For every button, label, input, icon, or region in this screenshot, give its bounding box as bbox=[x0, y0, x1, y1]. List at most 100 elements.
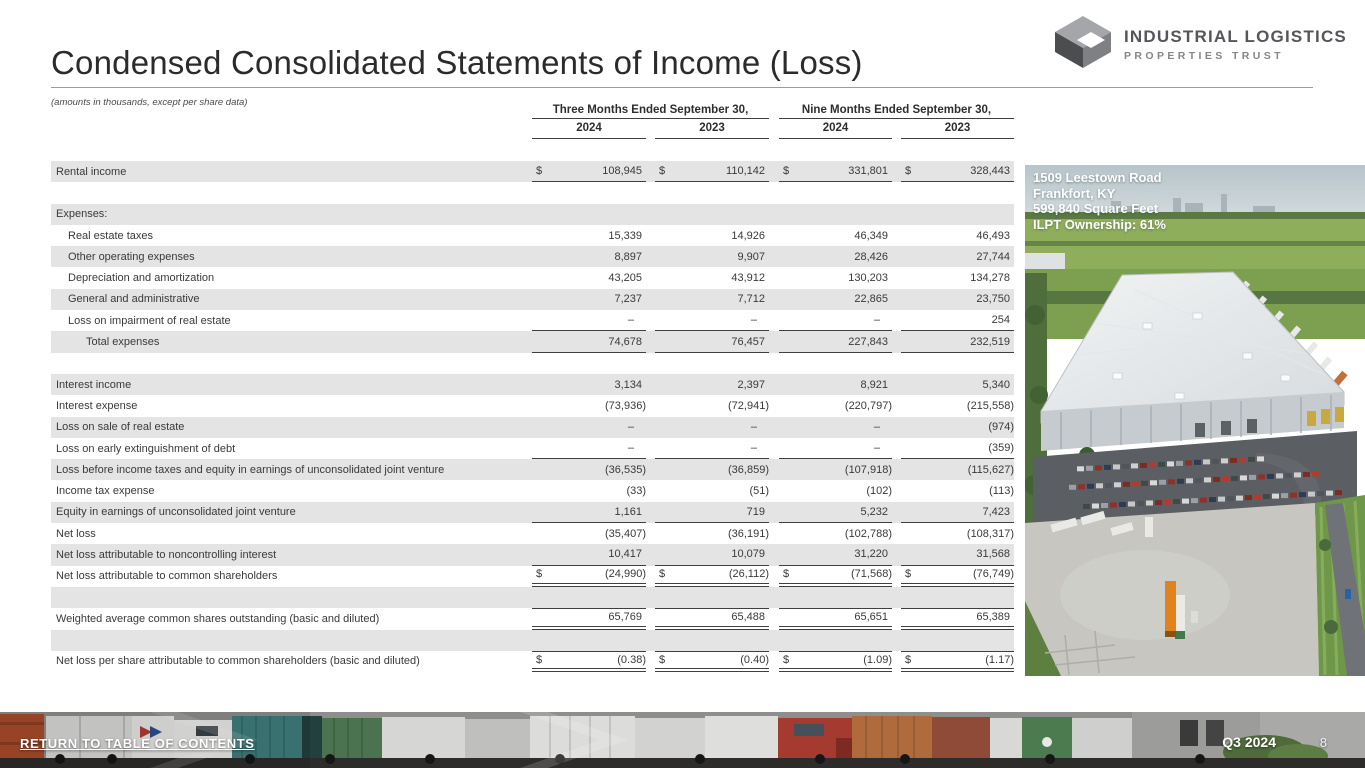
cell-value: (71,568) bbox=[851, 568, 892, 580]
value-cell: (35,407) bbox=[532, 523, 646, 544]
value-cell: 23,750 bbox=[901, 289, 1014, 310]
cell-value: – bbox=[874, 442, 892, 454]
cell-value: (0.40) bbox=[740, 654, 769, 666]
cell-value: 14,926 bbox=[731, 230, 769, 242]
cell-value: 110,142 bbox=[726, 165, 769, 177]
table-row: Loss on sale of real estate–––(974) bbox=[51, 417, 1014, 438]
cell-value: (359) bbox=[988, 442, 1014, 454]
cell-value: 3,134 bbox=[614, 379, 646, 391]
value-cell: (107,918) bbox=[779, 459, 892, 480]
cell-value: 2,397 bbox=[737, 379, 769, 391]
value-cell: 719 bbox=[655, 502, 769, 523]
table-row: Expenses: bbox=[51, 204, 1014, 225]
value-cell: – bbox=[779, 310, 892, 331]
row-label: Loss on impairment of real estate bbox=[51, 315, 532, 327]
row-label: Net loss bbox=[51, 528, 532, 540]
value-cell: 2,397 bbox=[655, 374, 769, 395]
cell-value: 28,426 bbox=[854, 251, 892, 263]
value-cell: – bbox=[779, 417, 892, 438]
row-label: Depreciation and amortization bbox=[51, 272, 532, 284]
cell-value: (36,191) bbox=[728, 528, 769, 540]
dollar-sign: $ bbox=[659, 568, 665, 580]
value-cell: 65,488 bbox=[655, 608, 769, 629]
report-period: Q3 2024 bbox=[1222, 734, 1276, 750]
logo-line1: INDUSTRIAL LOGISTICS bbox=[1124, 27, 1347, 47]
property-ownership: ILPT Ownership: 61% bbox=[1033, 217, 1166, 233]
table-row: Loss before income taxes and equity in e… bbox=[51, 459, 1014, 480]
value-cell: 22,865 bbox=[779, 289, 892, 310]
table-row: Interest expense (73,936) (72,941) (220,797… bbox=[51, 395, 1014, 416]
value-cell: 65,651 bbox=[779, 608, 892, 629]
value-cell: $(24,990) bbox=[532, 566, 646, 587]
cell-value: 65,651 bbox=[854, 611, 892, 623]
table-row: Net loss attributable to common sharehol… bbox=[51, 566, 1014, 587]
value-cell: 7,712 bbox=[655, 289, 769, 310]
table-row: Interest income3,1342,3978,9215,340 bbox=[51, 374, 1014, 395]
cell-value: 108,945 bbox=[602, 165, 646, 177]
aerial-warehouse-illustration bbox=[1025, 165, 1365, 676]
logo-cube-icon bbox=[1052, 14, 1114, 75]
value-cell: – bbox=[532, 438, 646, 459]
return-to-toc-link[interactable]: RETURN TO TABLE OF CONTENTS bbox=[20, 736, 255, 751]
value-cell: 74,678 bbox=[532, 331, 646, 352]
value-cell: – bbox=[655, 438, 769, 459]
dollar-sign: $ bbox=[783, 568, 789, 580]
row-label: Weighted average common shares outstandi… bbox=[51, 613, 532, 625]
cell-value: 331,801 bbox=[848, 165, 892, 177]
value-cell bbox=[655, 587, 769, 608]
row-label: Interest expense bbox=[51, 400, 532, 412]
company-logo: INDUSTRIAL LOGISTICS PROPERTIES TRUST bbox=[1052, 14, 1347, 75]
value-cell: $108,945 bbox=[532, 161, 646, 182]
table-spacer-row bbox=[51, 182, 1014, 203]
value-cell bbox=[901, 353, 1014, 374]
page-title: Condensed Consolidated Statements of Inc… bbox=[51, 44, 863, 82]
value-cell bbox=[532, 353, 646, 374]
value-cell: $331,801 bbox=[779, 161, 892, 182]
value-cell: (102) bbox=[779, 480, 892, 501]
cell-value: – bbox=[628, 314, 646, 326]
dollar-sign: $ bbox=[905, 165, 911, 177]
value-cell: (33) bbox=[532, 480, 646, 501]
value-cell: (220,797) bbox=[779, 395, 892, 416]
year-header: 2024 bbox=[779, 122, 892, 139]
dollar-sign: $ bbox=[905, 568, 911, 580]
value-cell bbox=[532, 182, 646, 203]
col-group-three-months: Three Months Ended September 30, bbox=[532, 104, 769, 119]
value-cell bbox=[901, 182, 1014, 203]
cell-value: 254 bbox=[992, 314, 1014, 326]
dollar-sign: $ bbox=[659, 165, 665, 177]
value-cell: 9,907 bbox=[655, 246, 769, 267]
logo-wordmark: INDUSTRIAL LOGISTICS PROPERTIES TRUST bbox=[1124, 27, 1347, 62]
row-label: Other operating expenses bbox=[51, 251, 532, 263]
value-cell bbox=[655, 204, 769, 225]
property-size: 599,840 Square Feet bbox=[1033, 201, 1166, 217]
cell-value: 46,349 bbox=[854, 230, 892, 242]
value-cell: (51) bbox=[655, 480, 769, 501]
cell-value: 8,897 bbox=[614, 251, 646, 263]
row-label: Loss before income taxes and equity in e… bbox=[51, 464, 532, 476]
year-header: 2024 bbox=[532, 122, 646, 139]
value-cell: (215,558) bbox=[901, 395, 1014, 416]
table-row: Net loss attributable to noncontrolling … bbox=[51, 544, 1014, 565]
cell-value: – bbox=[751, 442, 769, 454]
footer-bar: RETURN TO TABLE OF CONTENTS Q3 2024 8 bbox=[0, 712, 1365, 768]
value-cell: $(1.17) bbox=[901, 651, 1014, 672]
value-cell: 43,205 bbox=[532, 267, 646, 288]
value-cell: $110,142 bbox=[655, 161, 769, 182]
title-divider bbox=[51, 87, 1313, 88]
cell-value: 31,568 bbox=[976, 548, 1014, 560]
table-row: Real estate taxes15,33914,92646,34946,49… bbox=[51, 225, 1014, 246]
cell-value: (73,936) bbox=[605, 400, 646, 412]
value-cell bbox=[779, 204, 892, 225]
cell-value: (72,941) bbox=[728, 400, 769, 412]
property-photo: 1509 Leestown Road Frankfort, KY 599,840… bbox=[1025, 165, 1365, 676]
value-cell: 8,921 bbox=[779, 374, 892, 395]
cell-value: 9,907 bbox=[737, 251, 769, 263]
value-cell: $(26,112) bbox=[655, 566, 769, 587]
cell-value: (102) bbox=[866, 485, 892, 497]
cell-value: – bbox=[874, 421, 892, 433]
value-cell: (359) bbox=[901, 438, 1014, 459]
cell-value: 15,339 bbox=[608, 230, 646, 242]
cell-value: 43,912 bbox=[731, 272, 769, 284]
value-cell: 43,912 bbox=[655, 267, 769, 288]
